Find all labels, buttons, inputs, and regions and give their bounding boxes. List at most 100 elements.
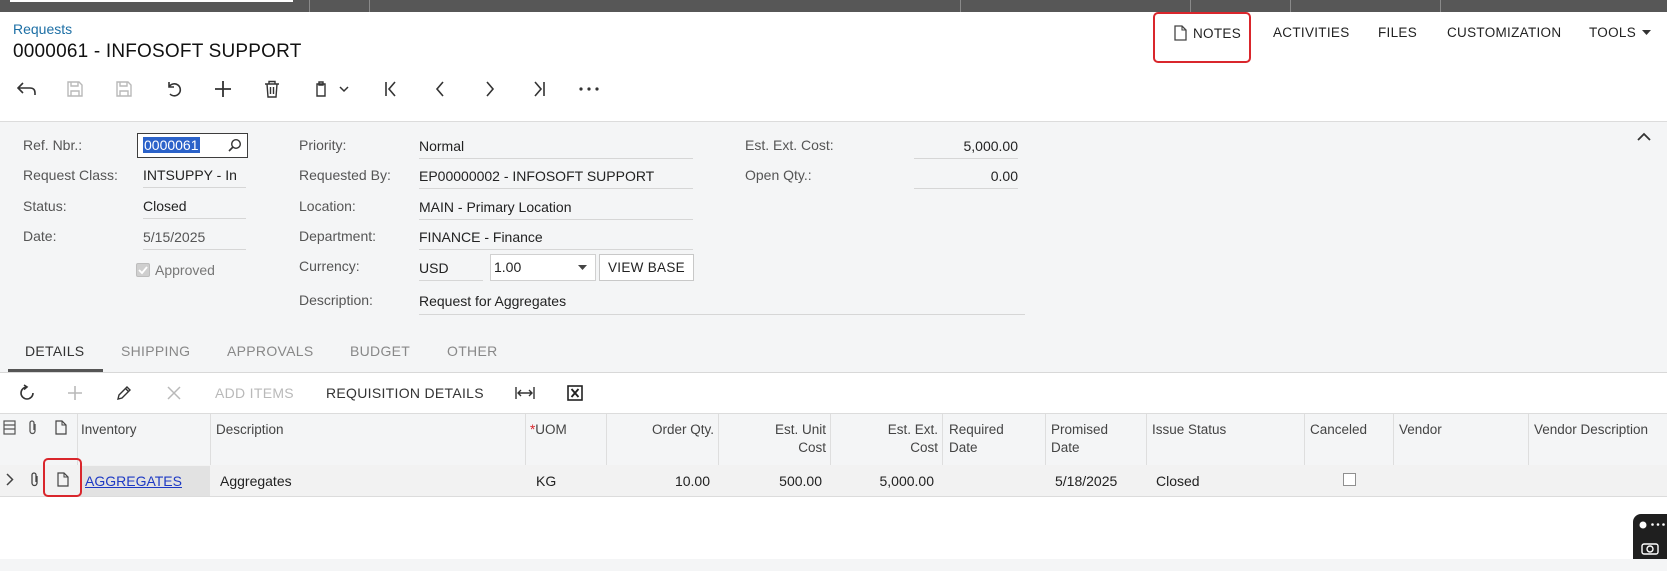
requested-by-field[interactable]: EP00000002 - INFOSOFT SUPPORT	[419, 168, 693, 189]
tab-details[interactable]: DETAILS	[25, 343, 84, 359]
chevron-up-icon[interactable]	[1637, 128, 1651, 144]
copy-paste-menu-button[interactable]	[306, 74, 356, 104]
inventory-cell[interactable]: AGGREGATES	[85, 473, 182, 489]
est-unit-cost-cell[interactable]: 500.00	[722, 473, 822, 489]
column-header-vendor-description[interactable]: Vendor Description	[1534, 421, 1648, 439]
column-header-promised-date[interactable]: Promised Date	[1051, 421, 1108, 457]
tab-other[interactable]: OTHER	[447, 343, 498, 359]
add-row-button[interactable]	[67, 381, 83, 405]
breadcrumb[interactable]: Requests	[13, 21, 72, 37]
note-column-icon	[55, 420, 67, 438]
location-field[interactable]: MAIN - Primary Location	[419, 199, 693, 220]
column-separator	[1045, 414, 1046, 466]
row-expand-icon[interactable]	[6, 473, 14, 489]
global-search-stub[interactable]	[10, 0, 293, 2]
topbar-separator	[369, 0, 370, 12]
refresh-button[interactable]	[18, 381, 36, 405]
tools-menu-button[interactable]: TOOLS	[1589, 25, 1652, 40]
previous-record-button[interactable]	[425, 74, 455, 104]
next-record-button[interactable]	[475, 74, 505, 104]
department-label: Department:	[299, 228, 377, 244]
clipboard-icon	[313, 80, 331, 98]
plus-icon	[214, 80, 232, 98]
tab-shipping[interactable]: SHIPPING	[121, 343, 190, 359]
currency-rate-select[interactable]: 1.00	[490, 254, 596, 281]
department-field[interactable]: FINANCE - Finance	[419, 229, 693, 250]
chevron-right-icon	[484, 81, 496, 97]
topbar-separator	[1190, 0, 1191, 12]
column-header-issue-status[interactable]: Issue Status	[1152, 421, 1226, 439]
uom-header-label: UOM	[535, 422, 567, 437]
plus-icon	[67, 385, 83, 401]
column-header-vendor[interactable]: Vendor	[1399, 421, 1442, 439]
inventory-link[interactable]: AGGREGATES	[85, 473, 182, 489]
ellipsis-icon	[1651, 523, 1665, 526]
approved-checkbox[interactable]: Approved	[136, 262, 215, 278]
priority-field[interactable]: Normal	[419, 138, 693, 159]
more-actions-button[interactable]	[574, 74, 604, 104]
tools-label: TOOLS	[1589, 25, 1637, 40]
issue-status-cell: Closed	[1156, 473, 1200, 489]
first-record-button[interactable]	[376, 74, 406, 104]
open-qty-value: 0.00	[914, 168, 1018, 189]
back-button[interactable]	[12, 74, 42, 104]
ref-nbr-input[interactable]: 0000061	[137, 133, 248, 158]
export-excel-button[interactable]	[567, 381, 583, 405]
edit-row-button[interactable]	[116, 381, 132, 405]
column-header-inventory[interactable]: Inventory	[81, 421, 137, 439]
description-cell[interactable]: Aggregates	[220, 473, 292, 489]
refresh-icon	[18, 384, 36, 402]
add-button[interactable]	[208, 74, 238, 104]
customization-button[interactable]: CUSTOMIZATION	[1447, 25, 1561, 40]
view-base-button[interactable]: VIEW BASE	[599, 254, 694, 281]
approved-label: Approved	[155, 262, 215, 278]
notes-highlight-box	[1153, 12, 1251, 63]
camera-icon	[1641, 541, 1659, 555]
column-separator	[1146, 414, 1147, 466]
est-ext-cost-cell[interactable]: 5,000.00	[834, 473, 935, 489]
order-qty-cell[interactable]: 10.00	[610, 473, 710, 489]
canceled-checkbox[interactable]	[1343, 473, 1356, 486]
activities-button[interactable]: ACTIVITIES	[1273, 25, 1350, 40]
request-class-field[interactable]: INTSUPPY - In	[143, 167, 246, 188]
files-button[interactable]: FILES	[1378, 25, 1417, 40]
column-header-required-date[interactable]: Required Date	[949, 421, 1004, 457]
uom-cell[interactable]: KG	[536, 473, 556, 489]
save-button[interactable]	[60, 74, 90, 104]
request-class-label: Request Class:	[23, 167, 118, 183]
cancel-changes-button[interactable]	[159, 74, 189, 104]
delete-row-button[interactable]	[167, 381, 181, 405]
currency-field[interactable]: USD	[419, 260, 483, 281]
floating-helper-widget[interactable]	[1633, 514, 1667, 559]
trash-icon	[264, 80, 280, 98]
topbar-separator	[309, 0, 310, 12]
chevron-down-icon	[339, 85, 349, 93]
tab-approvals[interactable]: APPROVALS	[227, 343, 313, 359]
grid-empty-area	[0, 497, 1667, 559]
column-header-uom[interactable]: *UOM	[530, 421, 567, 439]
tab-budget[interactable]: BUDGET	[350, 343, 410, 359]
search-icon[interactable]	[228, 138, 242, 155]
column-separator	[942, 414, 943, 466]
requisition-details-button[interactable]: REQUISITION DETAILS	[326, 381, 484, 405]
last-record-button[interactable]	[524, 74, 554, 104]
delete-button[interactable]	[257, 74, 287, 104]
fit-columns-button[interactable]	[515, 381, 535, 405]
description-field[interactable]: Request for Aggregates	[419, 293, 1025, 315]
row-selector-icon[interactable]	[3, 420, 16, 438]
paperclip-icon[interactable]	[29, 472, 41, 491]
required-date-header-line2: Date	[949, 440, 978, 455]
caret-down-icon	[578, 265, 587, 271]
column-header-canceled[interactable]: Canceled	[1310, 421, 1367, 439]
column-header-est-ext-cost[interactable]: Est. Ext. Cost	[834, 421, 938, 457]
currency-label: Currency:	[299, 258, 360, 274]
requested-by-label: Requested By:	[299, 167, 391, 183]
add-items-button[interactable]: ADD ITEMS	[215, 381, 294, 405]
save-close-button[interactable]	[109, 74, 139, 104]
column-header-order-qty[interactable]: Order Qty.	[610, 421, 714, 439]
topbar-separator	[1440, 0, 1441, 12]
column-header-description[interactable]: Description	[216, 421, 284, 439]
column-header-est-unit-cost[interactable]: Est. Unit Cost	[722, 421, 826, 457]
location-label: Location:	[299, 198, 356, 214]
promised-date-cell[interactable]: 5/18/2025	[1055, 473, 1117, 489]
